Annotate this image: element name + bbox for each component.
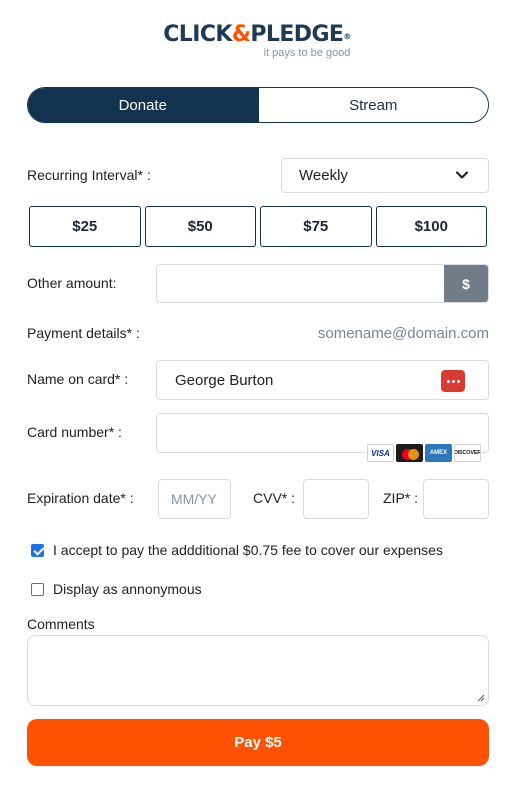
expiration-date-field [158, 479, 231, 519]
brand-logo: CLICK&PLEDGE® it pays to be good [0, 22, 514, 59]
recurring-interval-label: Recurring Interval* : [27, 167, 151, 183]
other-amount-input[interactable] [157, 265, 446, 302]
fee-checkbox-row: I accept to pay the addditional $0.75 fe… [31, 542, 443, 558]
resize-grip-icon[interactable] [477, 694, 485, 702]
mastercard-icon [396, 444, 423, 462]
payment-details-label: Payment details* : [27, 325, 140, 341]
logo-wordmark: CLICK&PLEDGE® [0, 22, 514, 48]
amount-button-25[interactable]: $25 [29, 206, 141, 247]
logo-text-left: CLICK [163, 22, 232, 47]
cvv-label: CVV* : [253, 490, 296, 506]
fee-checkbox[interactable] [31, 543, 44, 557]
cvv-input[interactable] [304, 480, 368, 518]
mode-tabs: Donate Stream [27, 87, 489, 123]
recurring-interval-value: Weekly [299, 167, 348, 184]
amount-button-75[interactable]: $75 [260, 206, 372, 247]
card-brand-icons: VISA AMEX DISCOVER [367, 444, 481, 462]
fee-checkbox-label[interactable]: I accept to pay the addditional $0.75 fe… [53, 542, 443, 558]
card-number-label: Card number* : [27, 424, 122, 440]
name-on-card-label: Name on card* : [27, 371, 129, 387]
pay-button[interactable]: Pay $5 [27, 719, 489, 766]
currency-addon: $ [444, 265, 488, 302]
anonymous-checkbox-label[interactable]: Display as annonymous [53, 581, 202, 597]
logo-text-right: PLEDGE [250, 22, 344, 47]
anonymous-checkbox[interactable] [31, 582, 44, 596]
comments-field [27, 635, 489, 706]
amount-button-100[interactable]: $100 [375, 206, 487, 247]
payment-email: somename@domain.com [317, 325, 489, 342]
other-amount-label: Other amount: [27, 275, 117, 291]
zip-label: ZIP* : [383, 490, 419, 506]
name-on-card-input[interactable] [175, 361, 435, 399]
expiration-date-label: Expiration date* : [27, 490, 134, 506]
zip-input[interactable] [424, 480, 488, 518]
discover-icon: DISCOVER [454, 444, 481, 462]
cvv-field [303, 479, 369, 519]
amount-options: $25 $50 $75 $100 [29, 206, 487, 247]
comments-label: Comments [27, 616, 95, 632]
comments-textarea[interactable] [28, 636, 488, 705]
anonymous-checkbox-row: Display as annonymous [31, 581, 202, 597]
amex-icon: AMEX [425, 444, 452, 462]
chevron-down-icon [455, 171, 469, 179]
logo-ampersand: & [231, 22, 251, 47]
other-amount-field: $ [156, 264, 489, 303]
expiration-date-input[interactable] [159, 480, 230, 518]
tab-stream[interactable]: Stream [257, 88, 488, 122]
amount-button-50[interactable]: $50 [144, 206, 256, 247]
name-on-card-field [156, 360, 489, 400]
recurring-interval-select[interactable]: Weekly [281, 158, 489, 193]
zip-field [423, 479, 489, 519]
visa-icon: VISA [367, 444, 394, 462]
logo-tagline: it pays to be good [263, 47, 351, 59]
autofill-icon[interactable] [441, 370, 465, 392]
tab-donate[interactable]: Donate [28, 88, 258, 122]
logo-registered-mark: ® [343, 32, 351, 41]
